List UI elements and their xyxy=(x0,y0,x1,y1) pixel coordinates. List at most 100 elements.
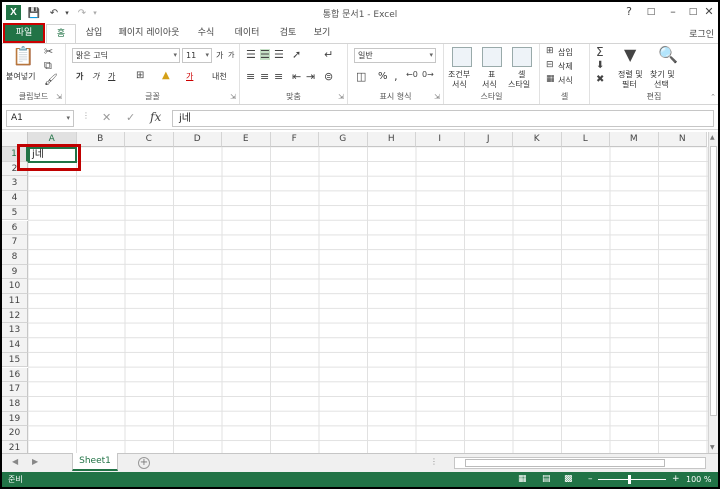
alignment-launcher-icon[interactable]: ⇲ xyxy=(338,93,344,101)
column-header-l[interactable]: L xyxy=(561,132,610,147)
row-header-3[interactable]: 3 xyxy=(2,176,28,192)
column-header-i[interactable]: I xyxy=(416,132,465,147)
find-select-button-line2[interactable]: 선택 xyxy=(654,79,669,90)
conditional-formatting-button-line2[interactable]: 서식 xyxy=(452,79,467,90)
row-header-5[interactable]: 5 xyxy=(2,205,28,221)
grow-font-button[interactable]: 가 xyxy=(216,50,223,61)
top-align-icon[interactable]: ☰ xyxy=(246,49,256,60)
row-header-21[interactable]: 21 xyxy=(2,441,28,453)
column-header-k[interactable]: K xyxy=(513,132,562,147)
sort-filter-button-line2[interactable]: 필터 xyxy=(622,79,637,90)
row-header-13[interactable]: 13 xyxy=(2,323,28,339)
zoom-level[interactable]: 100 % xyxy=(686,472,711,487)
close-icon[interactable]: ✕ xyxy=(698,4,718,20)
fill-icon[interactable]: ⬇ xyxy=(596,61,604,71)
conditional-formatting-icon[interactable] xyxy=(452,47,472,67)
tab-file[interactable]: 파일 xyxy=(3,23,45,43)
align-right-icon[interactable]: ≡ xyxy=(274,71,283,82)
zoom-out-icon[interactable]: – xyxy=(588,472,593,487)
page-layout-view-icon[interactable]: ▤ xyxy=(542,472,551,487)
row-header-8[interactable]: 8 xyxy=(2,249,28,265)
format-as-table-icon[interactable] xyxy=(482,47,502,67)
format-cells-icon[interactable]: ▦ xyxy=(546,75,555,84)
column-header-h[interactable]: H xyxy=(367,132,416,147)
wrap-text-icon[interactable]: ↵ xyxy=(324,49,333,60)
column-header-g[interactable]: G xyxy=(319,132,368,147)
vertical-scroll-thumb[interactable] xyxy=(710,146,717,416)
delete-cells-button[interactable]: 삭제 xyxy=(558,61,573,72)
clear-icon[interactable]: ✖ xyxy=(596,75,604,85)
delete-cells-icon[interactable]: ⊟ xyxy=(546,61,554,70)
merge-center-icon[interactable]: ⊜ xyxy=(324,71,333,82)
middle-align-icon[interactable]: ☰ xyxy=(260,49,270,60)
row-header-18[interactable]: 18 xyxy=(2,396,28,412)
row-header-14[interactable]: 14 xyxy=(2,338,28,353)
number-launcher-icon[interactable]: ⇲ xyxy=(434,93,440,101)
bottom-align-icon[interactable]: ☰ xyxy=(274,49,284,60)
formula-input[interactable]: j네 xyxy=(172,110,714,127)
align-center-icon[interactable]: ≡ xyxy=(260,71,269,82)
tab-page-layout[interactable]: 페이지 레이아웃 xyxy=(114,24,184,44)
row-header-7[interactable]: 7 xyxy=(2,235,28,250)
font-name-combo[interactable]: 맑은 고딕 ▾ xyxy=(72,48,180,63)
prev-sheet-icon[interactable]: ◀ xyxy=(12,457,18,466)
underline-button[interactable]: 가 xyxy=(108,71,115,82)
format-cells-button[interactable]: 서식 xyxy=(558,75,573,86)
find-select-icon[interactable]: 🔍 xyxy=(658,47,678,63)
insert-cells-button[interactable]: 삽입 xyxy=(558,47,573,58)
help-icon[interactable]: ? xyxy=(618,4,640,20)
column-header-e[interactable]: E xyxy=(222,132,271,147)
insert-cells-icon[interactable]: ⊞ xyxy=(546,47,554,56)
cell-styles-button-line2[interactable]: 스타일 xyxy=(508,79,530,90)
row-header-11[interactable]: 11 xyxy=(2,294,28,309)
column-header-j[interactable]: J xyxy=(464,132,513,147)
paste-button[interactable]: 붙여넣기 xyxy=(6,71,35,82)
decrease-decimal-icon[interactable]: 0→ xyxy=(422,71,434,79)
page-break-view-icon[interactable]: ▩ xyxy=(564,472,573,487)
font-size-combo[interactable]: 11 ▾ xyxy=(182,48,212,63)
fill-color-icon[interactable]: ▲ xyxy=(162,71,170,81)
align-left-icon[interactable]: ≡ xyxy=(246,71,255,82)
increase-indent-icon[interactable]: ⇥ xyxy=(306,71,315,82)
tab-data[interactable]: 데이터 xyxy=(230,24,264,44)
column-header-f[interactable]: F xyxy=(270,132,319,147)
font-color-button[interactable]: 가 xyxy=(186,71,193,82)
insert-function-button[interactable]: fx xyxy=(150,110,161,124)
name-box[interactable]: A1 ▾ xyxy=(6,110,74,127)
row-header-10[interactable]: 10 xyxy=(2,279,28,294)
row-header-9[interactable]: 9 xyxy=(2,264,28,280)
shrink-font-button[interactable]: 가 xyxy=(228,50,234,60)
row-header-12[interactable]: 12 xyxy=(2,308,28,324)
row-header-15[interactable]: 15 xyxy=(2,352,28,368)
decrease-indent-icon[interactable]: ⇤ xyxy=(292,71,301,82)
zoom-in-icon[interactable]: + xyxy=(672,472,680,487)
row-header-19[interactable]: 19 xyxy=(2,411,28,427)
number-format-combo[interactable]: 일반 ▾ xyxy=(354,48,436,63)
bold-button[interactable]: 가 xyxy=(76,71,83,82)
tab-insert[interactable]: 삽입 xyxy=(80,24,108,44)
column-header-b[interactable]: B xyxy=(76,132,125,147)
horizontal-scrollbar[interactable] xyxy=(454,457,706,469)
increase-decimal-icon[interactable]: ←0 xyxy=(406,71,418,79)
font-launcher-icon[interactable]: ⇲ xyxy=(230,93,236,101)
next-sheet-icon[interactable]: ▶ xyxy=(32,457,38,466)
cell-styles-icon[interactable] xyxy=(512,47,532,67)
tab-split-grip-icon[interactable]: ⋮ xyxy=(430,457,438,466)
column-header-d[interactable]: D xyxy=(173,132,222,147)
row-header-17[interactable]: 17 xyxy=(2,382,28,397)
row-header-4[interactable]: 4 xyxy=(2,191,28,206)
zoom-slider-thumb[interactable] xyxy=(628,475,631,484)
row-header-16[interactable]: 16 xyxy=(2,367,28,383)
confirm-entry-icon[interactable]: ✓ xyxy=(126,111,135,124)
tab-home[interactable]: 홈 xyxy=(46,24,76,44)
phonetic-guide-button[interactable]: 내천 xyxy=(212,71,227,82)
sort-filter-icon[interactable]: ▼ xyxy=(624,47,636,63)
cancel-entry-icon[interactable]: ✕ xyxy=(102,111,111,124)
autosum-icon[interactable]: Σ xyxy=(596,46,604,58)
add-sheet-icon[interactable]: + xyxy=(138,457,150,469)
italic-button[interactable]: 가 xyxy=(92,71,99,82)
row-header-6[interactable]: 6 xyxy=(2,220,28,236)
borders-icon[interactable]: ⊞ xyxy=(136,71,144,81)
minimize-icon[interactable]: – xyxy=(662,4,684,20)
collapse-ribbon-icon[interactable]: ⌃ xyxy=(710,93,716,101)
